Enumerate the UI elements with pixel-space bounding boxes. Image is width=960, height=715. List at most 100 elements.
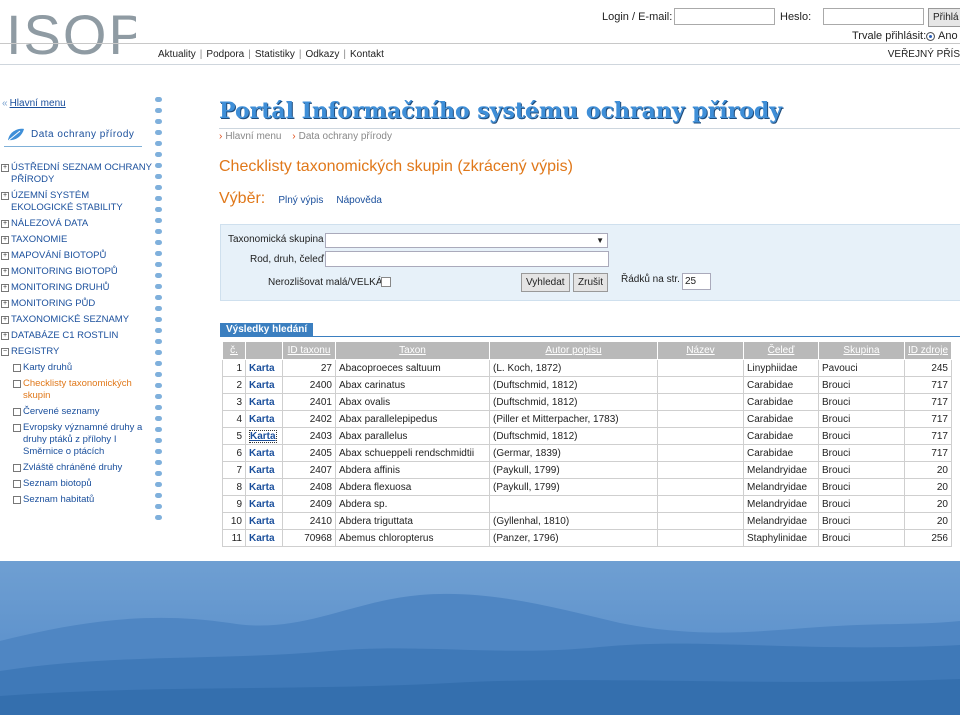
- breadcrumb-item[interactable]: Data ochrany přírody: [299, 131, 392, 142]
- menu-item[interactable]: + TAXONOMIE: [1, 234, 153, 246]
- cell-autor: (L. Koch, 1872): [489, 359, 658, 377]
- section-label: Data ochrany přírody: [31, 129, 135, 140]
- karta-link-text[interactable]: Karta: [249, 414, 275, 425]
- table-row[interactable]: 1 Karta 27 Abacoproeces saltuum (L. Koch, 18…: [222, 359, 952, 377]
- karta-link[interactable]: Karta: [245, 478, 283, 496]
- breadcrumb-item[interactable]: Hlavní menu: [225, 131, 281, 142]
- table-row[interactable]: 9 Karta 2409 Abdera sp. Melandryidae Brouci 20: [222, 495, 952, 513]
- menu-item[interactable]: + MONITORING PŮD: [1, 298, 153, 310]
- karta-link-text[interactable]: Karta: [249, 465, 275, 476]
- back-link[interactable]: Hlavní menu: [10, 98, 66, 109]
- remember-radio[interactable]: Ano: [926, 30, 958, 42]
- table-row[interactable]: 10 Karta 2410 Abdera triguttata (Gyllenhal, …: [222, 512, 952, 530]
- col-number[interactable]: č.: [222, 341, 246, 360]
- table-row[interactable]: 6 Karta 2405 Abax schueppeli rendschmidtii(…: [222, 444, 952, 462]
- table-row[interactable]: 4 Karta 2402 Abax parallelepipedus (Piller e…: [222, 410, 952, 428]
- help-link[interactable]: Nápověda: [336, 195, 382, 206]
- col-id-zdroje[interactable]: ID zdroje: [904, 341, 952, 360]
- name-input[interactable]: [325, 251, 609, 267]
- karta-link[interactable]: Karta: [245, 393, 283, 411]
- submenu-item[interactable]: Evropsky významné druhy a druhy ptáků z …: [1, 422, 153, 458]
- table-row[interactable]: 5 Karta 2403 Abax parallelus (Duftschmid, 18…: [222, 427, 952, 445]
- cell-celed: Staphylinidae: [743, 529, 819, 547]
- nav-podpora[interactable]: Podpora: [206, 49, 244, 60]
- submenu-label: Checklisty taxonomických skupin: [23, 378, 132, 401]
- karta-link-text[interactable]: Karta: [249, 380, 275, 391]
- cell-skupina: Brouci: [818, 461, 905, 479]
- karta-link-text[interactable]: Karta: [249, 448, 275, 459]
- cell-taxon: Abax parallelus: [335, 427, 490, 445]
- cell-taxon: Abacoproeces saltuum: [335, 359, 490, 377]
- cell-autor: (Paykull, 1799): [489, 461, 658, 479]
- cancel-button[interactable]: Zrušit: [573, 273, 608, 292]
- leaf-icon: [8, 128, 24, 141]
- submenu-item[interactable]: Červené seznamy: [1, 406, 153, 418]
- karta-link[interactable]: Karta: [245, 410, 283, 428]
- menu-item[interactable]: + MAPOVÁNÍ BIOTOPŮ: [1, 250, 153, 262]
- nav-statistiky[interactable]: Statistiky: [255, 49, 295, 60]
- expand-icon: +: [1, 284, 9, 292]
- case-insensitive-checkbox[interactable]: [381, 277, 391, 287]
- menu-item[interactable]: + MONITORING BIOTOPŮ: [1, 266, 153, 278]
- menu-item-registry[interactable]: − REGISTRY: [1, 346, 153, 358]
- table-row[interactable]: 2 Karta 2400 Abax carinatus (Duftschmid, 181…: [222, 376, 952, 394]
- karta-link[interactable]: Karta: [245, 427, 283, 445]
- cell-nazev: [657, 444, 744, 462]
- section-header: Data ochrany přírody: [4, 126, 142, 147]
- col-celed[interactable]: Čeleď: [743, 341, 819, 360]
- cell-celed: Carabidae: [743, 410, 819, 428]
- karta-link[interactable]: Karta: [245, 376, 283, 394]
- menu-item[interactable]: + TAXONOMICKÉ SEZNAMY: [1, 314, 153, 326]
- karta-link-text[interactable]: Karta: [249, 429, 277, 443]
- menu-item[interactable]: + ÚSTŘEDNÍ SEZNAM OCHRANY PŘÍRODY: [1, 162, 153, 186]
- karta-link[interactable]: Karta: [245, 359, 283, 377]
- search-button[interactable]: Vyhledat: [521, 273, 570, 292]
- table-row[interactable]: 7 Karta 2407 Abdera affinis (Paykull, 1799) M…: [222, 461, 952, 479]
- nav-kontakt[interactable]: Kontakt: [350, 49, 384, 60]
- karta-link[interactable]: Karta: [245, 444, 283, 462]
- login-input[interactable]: [674, 8, 775, 25]
- submenu-item[interactable]: Zvláště chráněné druhy: [1, 462, 153, 474]
- karta-link[interactable]: Karta: [245, 495, 283, 513]
- menu-item[interactable]: + NÁLEZOVÁ DATA: [1, 218, 153, 230]
- expand-icon: +: [1, 220, 9, 228]
- password-input[interactable]: [823, 8, 924, 25]
- taxonomic-group-select[interactable]: ▼: [325, 233, 608, 248]
- menu-item[interactable]: + MONITORING DRUHŮ: [1, 282, 153, 294]
- login-button[interactable]: Přihlá: [928, 8, 960, 27]
- submenu-item[interactable]: Seznam biotopů: [1, 478, 153, 490]
- cell-id-zdroje: 717: [904, 410, 952, 428]
- back-to-main-menu[interactable]: «Hlavní menu: [2, 98, 66, 109]
- menu-item[interactable]: + DATABÁZE C1 ROSTLIN: [1, 330, 153, 342]
- karta-link[interactable]: Karta: [245, 529, 283, 547]
- col-autor[interactable]: Autor popisu: [489, 341, 658, 360]
- submenu-label: Seznam habitatů: [23, 494, 95, 505]
- table-row[interactable]: 11 Karta 70968 Abemus chloropterus (Panzer, …: [222, 529, 952, 547]
- nav-odkazy[interactable]: Odkazy: [305, 49, 339, 60]
- submenu-item-active[interactable]: Checklisty taxonomických skupin: [1, 378, 153, 402]
- nav-aktuality[interactable]: Aktuality: [158, 49, 196, 60]
- menu-item[interactable]: + ÚZEMNÍ SYSTÉM EKOLOGICKÉ STABILITY: [1, 190, 153, 214]
- col-nazev[interactable]: Název: [657, 341, 744, 360]
- submenu-item[interactable]: Seznam habitatů: [1, 494, 153, 506]
- karta-link-text[interactable]: Karta: [249, 499, 275, 510]
- karta-link[interactable]: Karta: [245, 512, 283, 530]
- col-taxon[interactable]: Taxon: [335, 341, 490, 360]
- cell-id-zdroje: 717: [904, 393, 952, 411]
- karta-link-text[interactable]: Karta: [249, 533, 275, 544]
- double-chevron-left-icon: «: [2, 98, 8, 109]
- karta-link-text[interactable]: Karta: [249, 397, 275, 408]
- full-listing-link[interactable]: Plný výpis: [278, 195, 323, 206]
- cell-taxon: Abemus chloropterus: [335, 529, 490, 547]
- rows-per-page-input[interactable]: 25: [682, 273, 711, 290]
- submenu-item[interactable]: Karty druhů: [1, 362, 153, 374]
- table-row[interactable]: 8 Karta 2408 Abdera flexuosa (Paykull, 1799)…: [222, 478, 952, 496]
- karta-link-text[interactable]: Karta: [249, 363, 275, 374]
- karta-link-text[interactable]: Karta: [249, 516, 275, 527]
- col-skupina[interactable]: Skupina: [818, 341, 905, 360]
- table-row[interactable]: 3 Karta 2401 Abax ovalis (Duftschmid, 1812) C…: [222, 393, 952, 411]
- col-id-taxonu[interactable]: ID taxonu: [282, 341, 336, 360]
- karta-link-text[interactable]: Karta: [249, 482, 275, 493]
- public-portal-link[interactable]: VEŘEJNÝ PŘÍS: [888, 49, 960, 60]
- karta-link[interactable]: Karta: [245, 461, 283, 479]
